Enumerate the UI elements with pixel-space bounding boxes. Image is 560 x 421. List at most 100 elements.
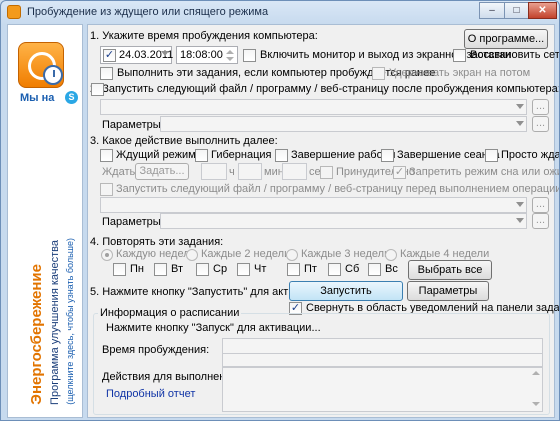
- brand-text[interactable]: Мы на: [20, 92, 54, 104]
- time-up-icon[interactable]: [226, 50, 234, 54]
- section2-label: 2. Запустить следующий файл / программу …: [90, 83, 560, 95]
- time-picker[interactable]: 18:08:00: [176, 46, 238, 64]
- about-button[interactable]: О программе...: [464, 29, 548, 49]
- date-checkbox[interactable]: ✓: [103, 49, 116, 62]
- forbid-sleep-checkbox[interactable]: ✓: [393, 166, 406, 179]
- run-before-path-input[interactable]: [100, 197, 527, 213]
- actions-label: Действия для выполнения:: [102, 371, 241, 383]
- action-logoff-checkbox[interactable]: [381, 149, 394, 162]
- repeat-weekly-radio[interactable]: [101, 249, 113, 261]
- minutes-input[interactable]: [238, 163, 262, 180]
- seconds-input[interactable]: [282, 163, 307, 180]
- browse-before-button[interactable]: ...: [532, 197, 549, 213]
- time-down-icon[interactable]: [226, 57, 234, 61]
- skype-icon[interactable]: S: [65, 91, 78, 104]
- repeat-4weeks-label: Каждые 4 недели: [400, 248, 490, 260]
- day-fri-checkbox[interactable]: [287, 263, 300, 276]
- keep-screen-checkbox[interactable]: [372, 67, 385, 80]
- minimize-button[interactable]: –: [479, 2, 505, 19]
- network-label: Восстановить сеть: [470, 49, 560, 61]
- run-before-checkbox[interactable]: [100, 183, 113, 196]
- wait-label: Ждать:: [102, 166, 139, 178]
- day-thu-checkbox[interactable]: [237, 263, 250, 276]
- app-icon: [7, 5, 21, 19]
- chevron-down-icon[interactable]: [516, 121, 524, 126]
- action-standby-label: Ждущий режим: [116, 149, 196, 161]
- chevron-down-icon[interactable]: [516, 202, 524, 207]
- params-after-input[interactable]: [160, 116, 527, 132]
- start-button[interactable]: Запустить: [289, 281, 403, 301]
- day-tue-checkbox[interactable]: [154, 263, 167, 276]
- action-wait-checkbox[interactable]: [485, 149, 498, 162]
- chevron-down-icon[interactable]: [516, 218, 524, 223]
- run-after-wake-checkbox[interactable]: [91, 83, 104, 96]
- quality-program-text[interactable]: Программа улучшения качества: [49, 240, 61, 405]
- set-wait-button[interactable]: Задать...: [135, 163, 189, 180]
- maximize-button[interactable]: □: [504, 2, 529, 19]
- day-tue-label: Вт: [171, 263, 184, 275]
- date-picker[interactable]: ✓ 24.03.2011: [100, 46, 173, 64]
- action-shutdown-label: Завершение работы: [291, 149, 396, 161]
- action-standby-checkbox[interactable]: [100, 149, 113, 162]
- params-before-input[interactable]: [160, 213, 527, 229]
- chevron-down-icon[interactable]: [516, 104, 524, 109]
- day-sat-checkbox[interactable]: [328, 263, 341, 276]
- repeat-2weeks-label: Каждые 2 недели: [201, 248, 291, 260]
- chevron-down-icon[interactable]: [161, 51, 169, 56]
- run-after-path-input[interactable]: [100, 99, 527, 115]
- force-checkbox[interactable]: [320, 166, 333, 179]
- time-value: 18:08:00: [180, 49, 223, 61]
- params-button[interactable]: Параметры: [407, 281, 489, 301]
- repeat-2weeks-radio[interactable]: [186, 249, 198, 261]
- clock-hand: [53, 70, 55, 77]
- action-hibernate-checkbox[interactable]: [195, 149, 208, 162]
- monitor-checkbox[interactable]: [243, 49, 256, 62]
- day-mon-label: Пн: [130, 263, 144, 275]
- network-checkbox[interactable]: [453, 49, 466, 62]
- hours-input[interactable]: [201, 163, 227, 180]
- schedule-info-title: Информация о расписании: [98, 307, 242, 319]
- action-hibernate-label: Гибернация: [211, 149, 272, 161]
- repeat-3weeks-label: Каждые 3 недели: [301, 248, 391, 260]
- clock-icon: [43, 65, 63, 85]
- select-all-days-button[interactable]: Выбрать все дни: [408, 260, 492, 294]
- sidebar: Мы на S Энергосбережение Программа улучш…: [7, 24, 83, 418]
- day-thu-label: Чт: [254, 263, 267, 275]
- browse-params-after-button[interactable]: ...: [532, 116, 549, 132]
- run-tasks-checkbox[interactable]: [100, 67, 113, 80]
- action-wait-label: Просто ждать: [501, 149, 560, 161]
- window-title: Пробуждение из ждущего или спящего режим…: [27, 6, 269, 18]
- hours-unit: ч: [229, 166, 235, 178]
- day-mon-checkbox[interactable]: [113, 263, 126, 276]
- day-fri-label: Пт: [304, 263, 317, 275]
- section3-title: 3. Какое действие выполнить далее:: [90, 135, 278, 147]
- keep-screen-label: Удерживать экран на потом: [389, 67, 531, 79]
- day-wed-checkbox[interactable]: [196, 263, 209, 276]
- action-shutdown-checkbox[interactable]: [275, 149, 288, 162]
- energy-saving-title[interactable]: Энергосбережение: [28, 264, 45, 405]
- repeat-3weeks-radio[interactable]: [286, 249, 298, 261]
- browse-params-before-button[interactable]: ...: [532, 213, 549, 229]
- section2-title: 2. Запустить следующий файл / программу …: [90, 83, 560, 95]
- app-logo-icon: [18, 42, 64, 88]
- wake-time-label: Время пробуждения:: [102, 344, 210, 356]
- section1-title: 1. Укажите время пробуждения компьютера:: [90, 30, 318, 42]
- day-sun-checkbox[interactable]: [368, 263, 381, 276]
- schedule-prompt: Нажмите кнопку "Запуск" для активации...: [106, 322, 321, 334]
- repeat-4weeks-radio[interactable]: [385, 249, 397, 261]
- learn-more-link[interactable]: (щелкните здесь, чтобы узнать больше): [65, 238, 75, 405]
- settings-panel: 1. Укажите время пробуждения компьютера:…: [87, 24, 559, 418]
- wake-time-field: [222, 338, 543, 354]
- browse-after-button[interactable]: ...: [532, 99, 549, 115]
- params-label-3: Параметры:: [102, 216, 164, 228]
- minutes-unit: мин: [264, 166, 284, 178]
- wake-time-field-2: [222, 353, 543, 367]
- params-label-2: Параметры:: [102, 119, 164, 131]
- scroll-up-icon[interactable]: [532, 371, 540, 375]
- detailed-report-link[interactable]: Подробный отчет: [106, 388, 195, 400]
- close-button[interactable]: ✕: [528, 2, 557, 19]
- scroll-down-icon[interactable]: [532, 402, 540, 406]
- actions-list[interactable]: [222, 367, 543, 412]
- title-bar[interactable]: Пробуждение из ждущего или спящего режим…: [1, 1, 559, 23]
- main-window: Пробуждение из ждущего или спящего режим…: [0, 0, 560, 421]
